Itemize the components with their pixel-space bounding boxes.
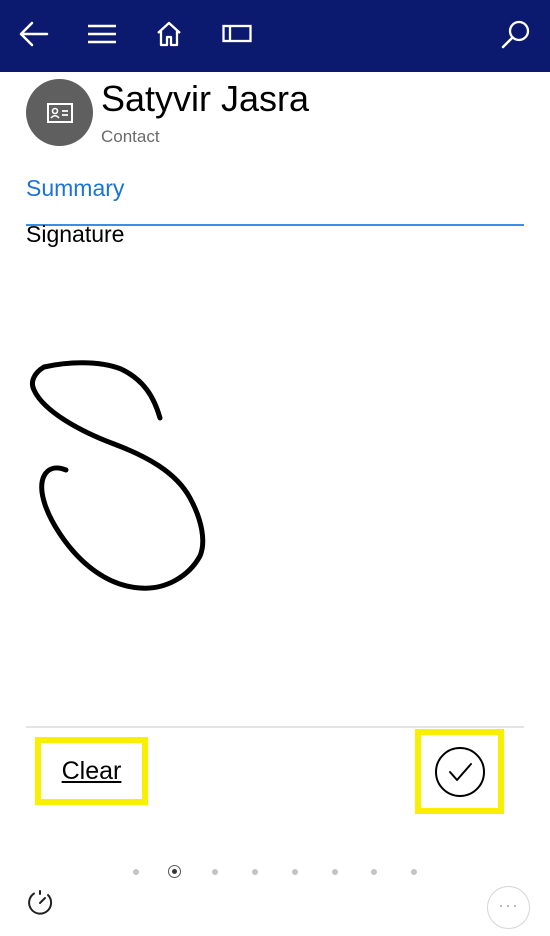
page-dot-active[interactable] bbox=[168, 865, 181, 878]
checkmark-circle-icon bbox=[434, 746, 485, 797]
clear-button[interactable]: Clear bbox=[35, 737, 148, 805]
form-view-icon bbox=[222, 24, 252, 43]
more-icon: ··· bbox=[498, 894, 519, 915]
back-button[interactable] bbox=[14, 14, 54, 54]
page-dot[interactable] bbox=[133, 869, 139, 875]
record-type: Contact bbox=[101, 127, 160, 146]
page-dot[interactable] bbox=[332, 869, 338, 875]
signature-baseline bbox=[26, 726, 524, 728]
back-arrow-icon bbox=[19, 21, 49, 47]
avatar bbox=[26, 79, 93, 146]
page-dot[interactable] bbox=[292, 869, 298, 875]
search-button[interactable] bbox=[496, 14, 536, 54]
timer-icon bbox=[28, 890, 53, 915]
contact-card-icon bbox=[46, 102, 73, 123]
page-dot[interactable] bbox=[371, 869, 377, 875]
page-dot[interactable] bbox=[411, 869, 417, 875]
top-nav-bar bbox=[0, 0, 550, 72]
more-options-button[interactable]: ··· bbox=[487, 886, 530, 929]
confirm-signature-button[interactable] bbox=[415, 729, 504, 814]
page-indicator bbox=[0, 864, 550, 880]
record-title: Satyvir Jasra bbox=[101, 78, 310, 119]
signature-stroke bbox=[29, 360, 206, 591]
signature-label: Signature bbox=[26, 221, 125, 247]
form-view-button[interactable] bbox=[217, 14, 257, 54]
menu-icon bbox=[88, 24, 116, 44]
signature-pad[interactable] bbox=[26, 252, 524, 724]
page-dot[interactable] bbox=[212, 869, 218, 875]
clear-button-label: Clear bbox=[61, 756, 122, 785]
timer-button[interactable] bbox=[26, 889, 54, 917]
page-dot[interactable] bbox=[252, 869, 258, 875]
home-icon bbox=[157, 21, 181, 47]
search-icon bbox=[501, 20, 530, 49]
tab-summary[interactable]: Summary bbox=[26, 173, 124, 203]
home-button[interactable] bbox=[149, 14, 189, 54]
menu-button[interactable] bbox=[82, 14, 122, 54]
